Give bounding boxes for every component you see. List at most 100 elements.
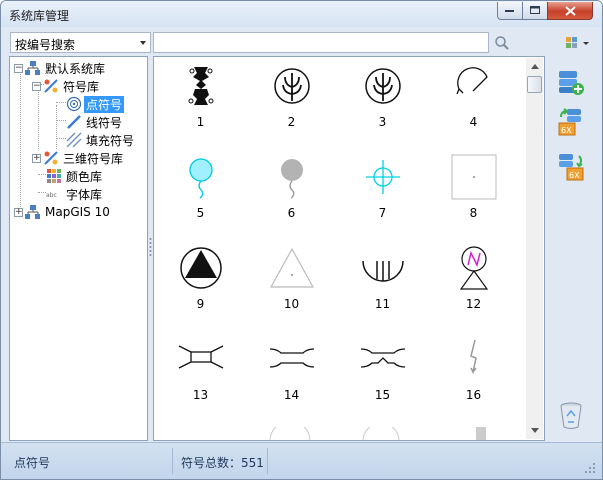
crosshair-icon	[366, 160, 400, 194]
maximize-button[interactable]	[522, 2, 548, 20]
partial-symbol	[476, 427, 486, 440]
tree-label-font-library: 字体库	[66, 187, 103, 202]
point-symbol-icon	[66, 96, 82, 112]
ornament-figure-icon	[188, 67, 214, 105]
add-library-button[interactable]	[556, 66, 586, 98]
tree-item-line-symbol[interactable]: 线符号	[66, 113, 124, 131]
symbol-cell[interactable]: 3	[337, 59, 428, 149]
title-bar: 系统库管理	[1, 1, 602, 27]
import-button[interactable]: 6X	[556, 151, 586, 183]
resize-grip-icon[interactable]	[584, 462, 596, 474]
status-divider	[267, 448, 268, 474]
scroll-up-button[interactable]	[526, 58, 543, 75]
symbol-number: 14	[283, 388, 300, 402]
scroll-thumb[interactable]	[527, 76, 542, 93]
circle-tree-icon	[365, 68, 401, 104]
tree-item-default-library[interactable]: − 默认系统库	[14, 59, 107, 77]
add-library-icon	[559, 71, 584, 95]
symbol-library-icon	[44, 79, 58, 93]
symbol-number: 3	[378, 115, 387, 129]
lightning-arrow-icon	[470, 339, 477, 375]
symbol-number: 11	[374, 297, 391, 311]
partial-symbol	[269, 427, 311, 440]
symbol-cell[interactable]: 6	[246, 150, 337, 240]
symbol-cell[interactable]: 15	[337, 332, 428, 422]
symbol-cell[interactable]: 14	[246, 332, 337, 422]
export-button[interactable]: 6X	[556, 106, 586, 138]
svg-text:6X: 6X	[569, 171, 580, 180]
bridge-curve-icon	[269, 348, 315, 368]
window-title: 系统库管理	[9, 9, 70, 23]
symbol-cell[interactable]: 12	[428, 241, 519, 331]
view-mode-button[interactable]	[562, 32, 594, 53]
collapse-toggle[interactable]: −	[14, 63, 23, 73]
symbol-cell[interactable]: 4	[428, 59, 519, 149]
splitter-grip-icon[interactable]	[149, 237, 152, 259]
grid-scrollbar[interactable]	[526, 58, 543, 439]
delete-button[interactable]	[556, 399, 586, 431]
tree-item-color-library[interactable]: 颜色库	[46, 167, 104, 185]
magnifier-icon	[495, 35, 509, 50]
collapse-toggle[interactable]: −	[32, 81, 41, 91]
toolbar: 按编号搜索	[6, 30, 598, 56]
symbol-cell[interactable]: 13	[155, 332, 246, 422]
semicircle-lines-icon	[362, 260, 404, 282]
tree-item-3d-symbol-library[interactable]: + 三维符号库	[32, 149, 125, 167]
status-total-count: 符号总数：551	[181, 456, 264, 470]
tree-item-mapgis[interactable]: + MapGIS 10	[14, 203, 112, 221]
library-tree: − 默认系统库 − 符号库 点符号 线符号 填充符号 + 三维符号库 颜色库 a…	[9, 56, 148, 441]
search-mode-value: 按编号搜索	[15, 38, 76, 52]
symbol-number: 15	[374, 388, 391, 402]
svg-text:6X: 6X	[561, 126, 572, 135]
svg-text:abc: abc	[46, 192, 57, 199]
symbol-cell[interactable]: 11	[337, 241, 428, 331]
tree-item-fill-symbol[interactable]: 填充符号	[66, 131, 136, 149]
symbol-cell[interactable]: 5	[155, 150, 246, 240]
symbol-cell[interactable]: 7	[337, 150, 428, 240]
bridge-notch-icon	[360, 348, 406, 368]
tree-item-symbol-library[interactable]: − 符号库	[32, 77, 101, 95]
bridge-rect-icon	[178, 345, 224, 369]
tree-label-default-library: 默认系统库	[45, 61, 106, 76]
tree-label-fill-symbol: 填充符号	[86, 133, 135, 148]
search-input[interactable]	[153, 32, 489, 53]
tree-label-3d-symbol-library: 三维符号库	[63, 151, 124, 166]
scroll-down-button[interactable]	[526, 422, 543, 439]
symbol-cell[interactable]: 8	[428, 150, 519, 240]
symbol-cell[interactable]: 1	[155, 59, 246, 149]
symbol-grid: 1 2 3 4 5 6 7 8 9 10 11 12 13 14 15 16	[153, 56, 545, 441]
color-palette-icon	[47, 169, 61, 183]
symbol-number: 10	[283, 297, 300, 311]
expand-toggle[interactable]: +	[32, 153, 41, 163]
recycle-bin-icon	[560, 402, 582, 429]
square-dot-icon	[451, 154, 497, 200]
symbol-number: 12	[465, 297, 482, 311]
circle-triangle-icon	[180, 247, 222, 289]
minimize-icon	[505, 9, 514, 12]
symbol-cell[interactable]: 2	[246, 59, 337, 149]
symbol-number: 5	[196, 206, 205, 220]
network-library-icon	[25, 61, 40, 75]
system-library-window: 系统库管理 按编号搜索 − 默认系统库 − 符号库 点符号 线符号 填充符号 +…	[0, 0, 603, 480]
search-mode-select[interactable]: 按编号搜索	[10, 32, 151, 53]
symbol-cell[interactable]: 10	[246, 241, 337, 331]
expand-toggle[interactable]: +	[14, 207, 23, 217]
3d-symbol-library-icon	[44, 151, 58, 165]
chevron-down-icon	[140, 41, 146, 45]
chevron-down-icon	[530, 428, 539, 433]
import-6x-icon: 6X	[559, 154, 584, 181]
symbol-number: 4	[469, 115, 478, 129]
symbol-cell[interactable]: 9	[155, 241, 246, 331]
search-button[interactable]	[491, 32, 513, 53]
minimize-button[interactable]	[497, 2, 523, 20]
tree-item-font-library[interactable]: abc 字体库	[46, 185, 104, 203]
symbol-number: 7	[378, 206, 387, 220]
status-bar: 点符号 符号总数：551	[1, 442, 602, 479]
tree-item-point-symbol[interactable]: 点符号	[66, 95, 125, 113]
symbol-number: 1	[196, 115, 205, 129]
cyan-balloon-icon	[189, 158, 213, 199]
gray-balloon-icon	[281, 159, 303, 199]
symbol-cell[interactable]: 16	[428, 332, 519, 422]
symbol-number: 2	[287, 115, 296, 129]
close-button[interactable]	[547, 2, 593, 20]
